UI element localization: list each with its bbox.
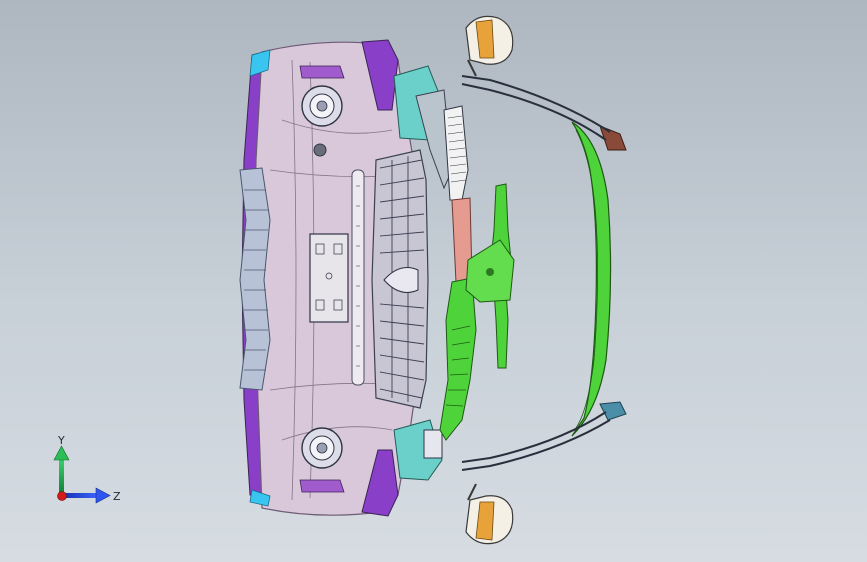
car-front-assembly-model[interactable] (0, 0, 867, 562)
z-axis-arrow (62, 487, 111, 504)
fog-lamp-upper (301, 85, 343, 127)
radiator-grille (371, 149, 429, 409)
z-axis-label: Z (113, 490, 121, 503)
headlamp-upper (465, 15, 514, 77)
hood-outer (571, 121, 627, 437)
bracket-lower-box (423, 429, 443, 459)
center-slat (351, 169, 365, 386)
fog-lamp-lower (301, 427, 343, 469)
orientation-triad: Y Z (53, 436, 121, 504)
vent-upper (299, 65, 345, 79)
cad-viewport[interactable]: Y Z (0, 0, 867, 562)
parking-sensor (313, 143, 327, 157)
vent-lower (299, 479, 345, 493)
y-axis-arrow (53, 445, 70, 496)
headlamp-lower (465, 483, 514, 545)
origin-point (57, 491, 67, 501)
y-axis-label: Y (57, 436, 65, 447)
hood-hinge-bottom (599, 401, 627, 421)
